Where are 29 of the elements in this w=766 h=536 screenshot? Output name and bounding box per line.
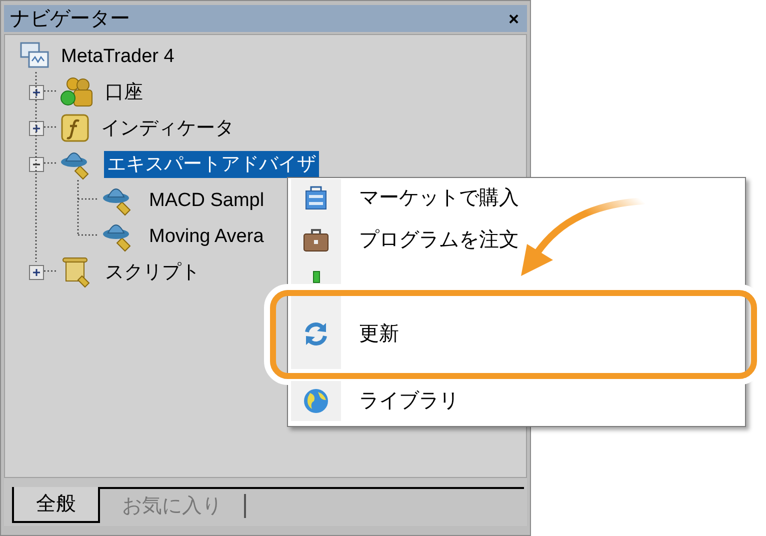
editor-icon [312, 271, 320, 283]
briefcase-icon [302, 227, 330, 253]
tree-item[interactable]: インディケータ [98, 114, 237, 142]
close-button[interactable]: × [506, 10, 521, 28]
panel-tab[interactable]: 全般 [12, 487, 100, 523]
menu-item[interactable]: 更新 [359, 319, 399, 349]
tree-item[interactable]: Moving Avera [146, 222, 267, 250]
tree-item[interactable]: エキスパートアドバイザ [104, 150, 319, 178]
menu-item[interactable]: ライブラリ [359, 386, 459, 416]
tree-item[interactable]: MetaTrader 4 [58, 42, 178, 70]
plus-icon [32, 88, 41, 96]
plus-icon [32, 124, 41, 132]
globe-icon [302, 387, 330, 415]
menu-item[interactable]: マーケットで購入 [359, 183, 519, 213]
shopping-bag-icon [303, 185, 329, 211]
refresh-icon [302, 320, 330, 348]
tree-item[interactable]: MACD Sampl [146, 186, 268, 214]
people-icon [60, 76, 94, 108]
menu-item[interactable]: プログラムを注文 [359, 225, 519, 255]
function-icon [60, 113, 90, 143]
tree-item[interactable]: スクリプト [102, 258, 203, 286]
plus-icon [32, 268, 41, 276]
monitor-icon [20, 42, 50, 70]
expand-toggle[interactable] [29, 264, 44, 280]
collapse-toggle[interactable] [29, 156, 44, 172]
expand-toggle[interactable] [29, 84, 44, 100]
expand-toggle[interactable] [29, 120, 44, 136]
tree-item[interactable]: 口座 [102, 78, 146, 106]
panel-title: ナビゲーター [10, 8, 130, 28]
